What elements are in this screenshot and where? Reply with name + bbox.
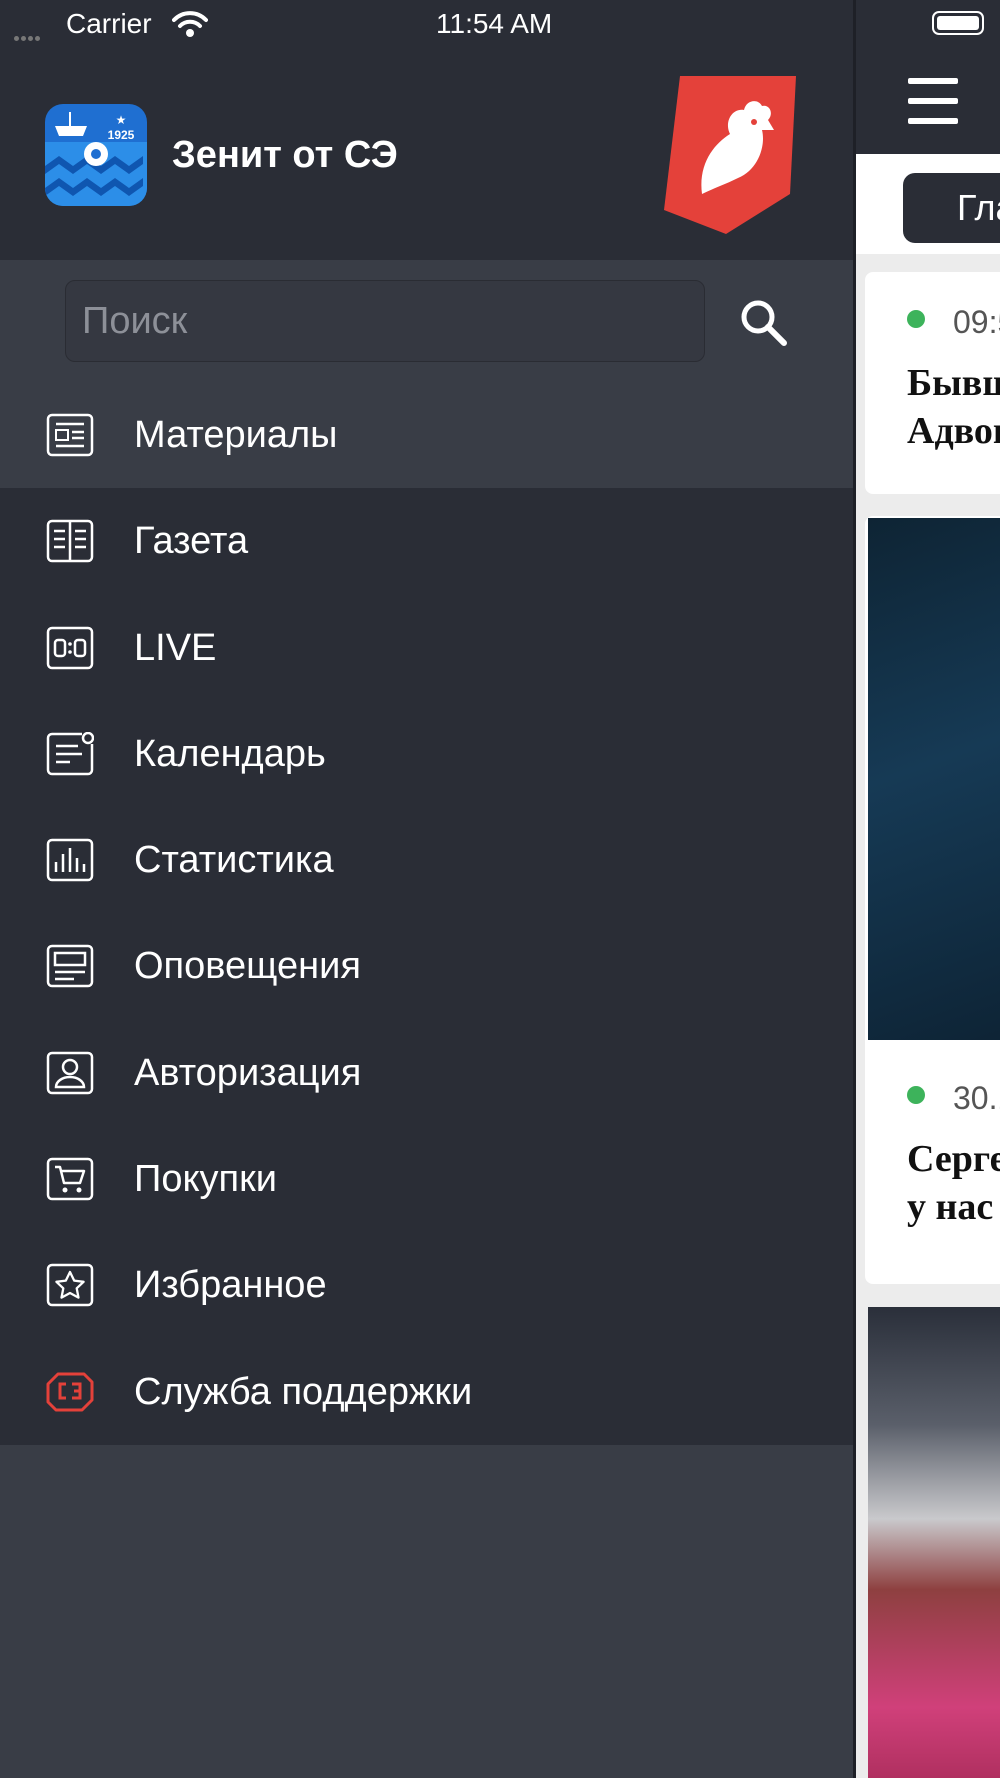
news-headline-line: у нас [907,1186,994,1228]
menu-label: Оповещения [134,945,361,988]
zenit-app-logo: 1925 ★ [45,104,147,206]
menu-item-support[interactable]: Служба поддержки [0,1338,855,1445]
support-icon [46,1372,94,1412]
signal-icon [14,28,42,46]
wifi-icon [172,11,208,37]
cart-icon [46,1157,94,1201]
menu-item-newspaper[interactable]: Газета [0,488,855,595]
menu-label: Календарь [134,732,326,775]
navigation-drawer: Carrier 11:54 AM 1925 ★ Зенит от СЭ Поис… [0,0,855,1778]
hamburger-menu-icon[interactable] [908,78,958,124]
live-dot [907,1086,925,1104]
search-input[interactable] [65,280,705,362]
menu-item-notifications[interactable]: Оповещения [0,913,855,1020]
menu-label: Служба поддержки [134,1370,473,1413]
star-icon [46,1264,94,1307]
drawer-divider [853,0,856,1778]
main-content-peek: Гла 09:5 Бывш Адвон 30.1 Серге у нас [855,0,1000,1778]
sport-express-logo [664,76,796,234]
search-icon[interactable] [736,295,792,351]
materials-icon [46,413,94,457]
live-dot [907,310,925,328]
drawer-menu: Материалы Газета LIVE Календарь Статисти… [0,382,855,1445]
svg-text:1925: 1925 [108,128,135,142]
news-photo [868,518,1000,1040]
menu-item-materials[interactable]: Материалы [0,382,855,489]
news-card[interactable]: 09:5 Бывш Адвон [865,272,1000,494]
menu-item-statistics[interactable]: Статистика [0,807,855,914]
menu-item-live[interactable]: LIVE [0,594,855,701]
news-photo [868,1307,1000,1778]
news-time: 09:5 [953,304,1000,340]
menu-item-favorites[interactable]: Избранное [0,1232,855,1339]
menu-item-purchases[interactable]: Покупки [0,1126,855,1233]
menu-label: Статистика [134,839,334,882]
notifications-icon [46,945,94,988]
menu-item-authorization[interactable]: Авторизация [0,1019,855,1127]
newspaper-icon [46,520,94,563]
tab-main[interactable]: Гла [903,173,1000,243]
status-time: 11:54 AM [436,8,553,39]
user-icon [46,1051,94,1095]
menu-label: Материалы [134,414,338,456]
menu-label: Газета [134,520,249,563]
menu-label: Авторизация [134,1051,362,1094]
carrier-label: Carrier [66,8,152,39]
tab-label: Гла [957,187,1000,228]
status-bar: Carrier 11:54 AM [0,0,855,48]
app-title: Зенит от СЭ [172,134,398,176]
calendar-icon [46,731,94,776]
menu-label: Избранное [134,1264,327,1307]
scoreboard-icon [46,626,94,669]
menu-label: LIVE [134,626,217,669]
menu-label: Покупки [134,1158,277,1201]
news-headline-line: Адвон [907,410,1000,452]
statistics-icon [46,838,94,882]
news-headline-line: Бывш [907,362,1000,404]
news-date: 30.1 [953,1080,1000,1116]
menu-item-calendar[interactable]: Календарь [0,700,855,808]
svg-text:★: ★ [116,113,127,127]
battery-icon [932,11,984,35]
news-headline-line: Серге [907,1138,1000,1180]
